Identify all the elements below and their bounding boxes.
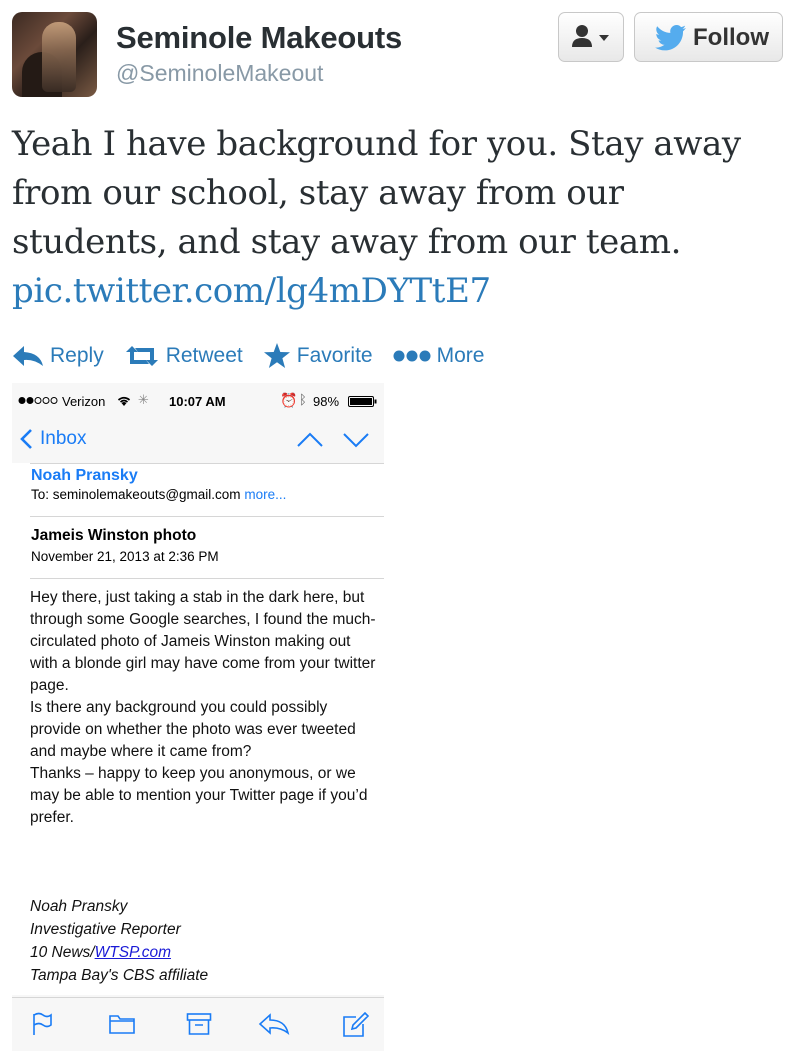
star-icon [263, 343, 290, 368]
alarm-icon: ⏰ [280, 392, 298, 408]
display-name[interactable]: Seminole Makeouts [116, 20, 402, 56]
recipient-line: To: seminolemakeouts@gmail.com more... [31, 487, 286, 502]
battery-icon [348, 396, 377, 407]
signal-dots-icon [18, 397, 58, 404]
folder-icon[interactable] [108, 1012, 136, 1036]
attached-photo[interactable]: Verizon ✳ 10:07 AM ⏰ ᛒ 98% Inbox Noah Pr… [12, 383, 384, 1051]
user-handle[interactable]: @SeminoleMakeout [116, 60, 323, 87]
compose-icon[interactable] [342, 1012, 370, 1038]
email-date: November 21, 2013 at 2:36 PM [31, 549, 219, 564]
more-recipients-link[interactable]: more... [244, 487, 286, 502]
avatar-figure [42, 22, 76, 92]
carrier: Verizon [62, 394, 106, 409]
reply-button[interactable]: Reply [12, 344, 104, 368]
body-paragraph: Hey there, just taking a stab in the dar… [30, 589, 376, 694]
tweet-text: Yeah I have background for you. Stay awa… [12, 120, 782, 316]
signature-org: 10 News/WTSP.com [30, 941, 208, 964]
back-to-inbox-button[interactable]: Inbox [20, 428, 86, 450]
email-subject: Jameis Winston photo [31, 527, 197, 544]
battery-percent: 98% [313, 394, 340, 409]
more-label: More [436, 344, 485, 367]
chevron-down-icon[interactable] [342, 431, 370, 449]
bluetooth-icon: ᛒ [299, 392, 307, 407]
reply-label: Reply [50, 344, 104, 367]
wifi-icon [117, 396, 131, 406]
divider [30, 578, 384, 579]
email-body: Hey there, just taking a stab in the dar… [30, 587, 380, 829]
tweet-actions: Reply Retweet Favorite More [12, 338, 504, 374]
mail-toolbar [12, 997, 384, 1051]
more-dots-icon [393, 350, 431, 362]
reply-icon [13, 346, 43, 366]
flag-icon[interactable] [30, 1012, 54, 1036]
chevron-left-icon [20, 429, 32, 449]
signature-org-link[interactable]: WTSP.com [95, 944, 171, 961]
user-dropdown-icon [572, 25, 609, 47]
sender-name[interactable]: Noah Pransky [31, 467, 138, 485]
body-paragraph: Thanks – happy to keep you anonymous, or… [30, 765, 368, 826]
favorite-button[interactable]: Favorite [263, 343, 373, 369]
archive-icon[interactable] [186, 1012, 212, 1036]
signature-affiliate: Tampa Bay's CBS affiliate [30, 967, 209, 984]
twitter-bird-icon [655, 25, 686, 51]
mail-navbar: Inbox [12, 419, 384, 463]
retweet-button[interactable]: Retweet [124, 344, 243, 368]
back-label: Inbox [40, 428, 87, 449]
tweet-media-link[interactable]: pic.twitter.com/lg4mDYTtE7 [12, 271, 491, 311]
body-paragraph: Is there any background you could possib… [30, 699, 356, 760]
tweet-body: Yeah I have background for you. Stay awa… [12, 124, 741, 262]
avatar[interactable] [12, 12, 97, 97]
signature-name: Noah Pransky [30, 898, 128, 915]
follow-label: Follow [693, 24, 769, 51]
activity-spinner-icon: ✳ [138, 392, 149, 407]
retweet-icon [125, 346, 158, 366]
message-nav-arrows [296, 431, 370, 454]
reply-icon[interactable] [258, 1012, 290, 1036]
user-actions-button[interactable] [558, 12, 624, 62]
status-bar: Verizon ✳ 10:07 AM ⏰ ᛒ 98% [12, 383, 384, 419]
signature-org-prefix: 10 News/ [30, 944, 95, 961]
clock: 10:07 AM [169, 394, 226, 409]
more-button[interactable]: More [393, 344, 485, 368]
to-label: To: [31, 487, 50, 502]
mail-message: Noah Pransky To: seminolemakeouts@gmail.… [12, 463, 384, 995]
favorite-label: Favorite [296, 344, 373, 367]
chevron-up-icon[interactable] [296, 431, 324, 449]
signature-title: Investigative Reporter [30, 921, 181, 938]
follow-button[interactable]: Follow [634, 12, 783, 62]
email-signature: Noah Pransky Investigative Reporter 10 N… [30, 895, 208, 987]
divider [30, 463, 384, 464]
recipient-address: seminolemakeouts@gmail.com [52, 487, 241, 502]
retweet-label: Retweet [165, 344, 243, 367]
divider [30, 516, 384, 517]
